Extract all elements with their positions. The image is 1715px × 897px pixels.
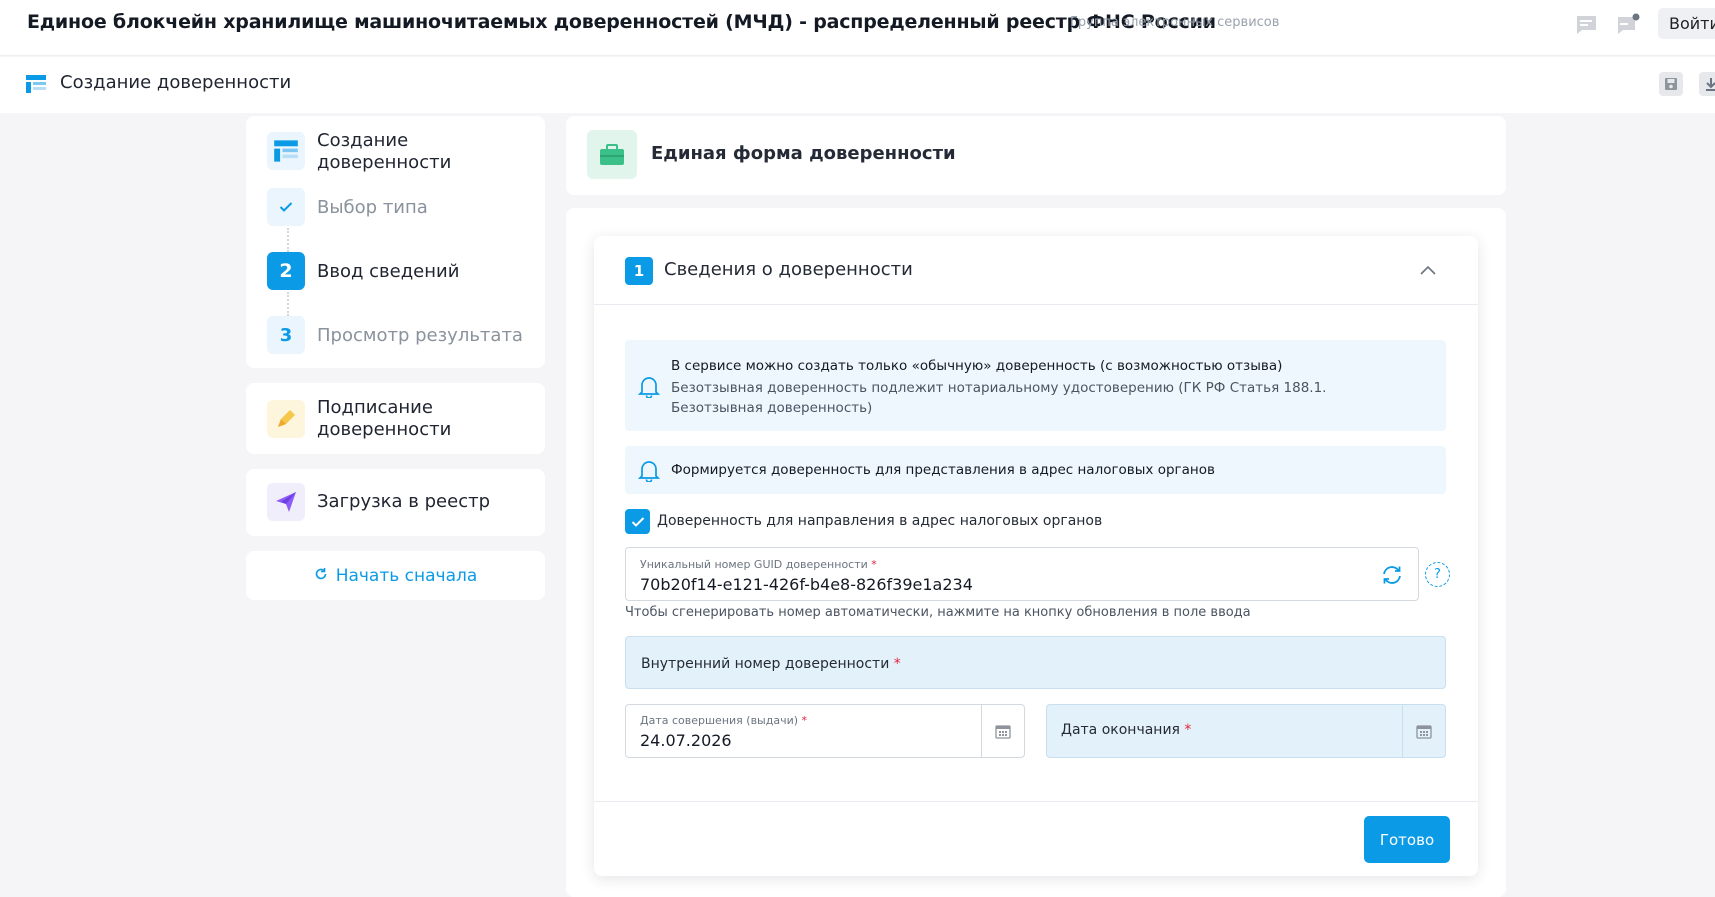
- tax-notice-text: Формируется доверенность для представлен…: [671, 462, 1215, 478]
- step-number-badge: 2: [267, 252, 305, 290]
- calendar-icon[interactable]: [981, 705, 1024, 757]
- pen-icon: [267, 400, 305, 438]
- restart-label: Начать сначала: [335, 565, 478, 586]
- check-icon: [267, 188, 305, 226]
- issue-date-input[interactable]: 24.07.2026: [640, 731, 732, 750]
- notice-text-main: В сервисе можно создать только «обычную»…: [671, 358, 1283, 374]
- document-icon: [267, 132, 305, 170]
- notifications-icon[interactable]: [1615, 12, 1641, 38]
- step-preview[interactable]: Просмотр результата: [317, 325, 523, 347]
- step-data-input[interactable]: Ввод сведений: [317, 261, 459, 283]
- send-icon: [267, 483, 305, 521]
- guid-hint: Чтобы сгенерировать номер автоматически,…: [625, 605, 1251, 620]
- app-title: Единое блокчейн хранилище машиночитаемых…: [27, 11, 1216, 33]
- section-title: Сведения о доверенности: [664, 259, 913, 280]
- help-icon[interactable]: ?: [1425, 562, 1450, 587]
- divider: [594, 801, 1478, 802]
- divider: [594, 304, 1478, 305]
- signing-title: Подписание доверенности: [317, 397, 452, 440]
- end-date-label: Дата окончания *: [1061, 722, 1192, 738]
- top-bar: Единое блокчейн хранилище машиночитаемых…: [0, 0, 1715, 56]
- app-subtitle: Группа электронных сервисов: [1070, 15, 1280, 30]
- chat-icon[interactable]: [1573, 12, 1599, 38]
- briefcase-icon: [587, 130, 637, 179]
- document-icon: [25, 74, 47, 94]
- refresh-icon[interactable]: [1381, 565, 1403, 589]
- done-button[interactable]: Готово: [1364, 816, 1450, 863]
- page-title: Создание доверенности: [60, 72, 292, 93]
- tax-checkbox[interactable]: [625, 509, 650, 534]
- internal-number-label: Внутренний номер доверенности *: [641, 656, 901, 672]
- chevron-up-icon[interactable]: [1419, 261, 1439, 277]
- calendar-icon[interactable]: [1402, 705, 1445, 757]
- save-icon[interactable]: [1659, 72, 1683, 96]
- restart-button[interactable]: Начать сначала: [246, 551, 545, 600]
- issue-date-label: Дата совершения (выдачи) *: [640, 714, 808, 727]
- guid-input[interactable]: 70b20f14-e121-426f-b4e8-826f39e1a234: [640, 575, 973, 594]
- tax-checkbox-label[interactable]: Доверенность для направления в адрес нал…: [657, 513, 1102, 529]
- download-icon[interactable]: [1699, 72, 1715, 96]
- section-number-badge: 1: [625, 257, 653, 285]
- form-title: Единая форма доверенности: [651, 143, 956, 164]
- upload-title: Загрузка в реестр: [317, 491, 491, 512]
- bell-icon: [637, 374, 661, 402]
- login-button[interactable]: Войти: [1658, 8, 1715, 39]
- guid-label: Уникальный номер GUID доверенности *: [640, 558, 877, 571]
- restart-icon: [314, 566, 328, 586]
- step-type-selection[interactable]: Выбор типа: [317, 197, 428, 219]
- step-number-badge: 3: [267, 316, 305, 354]
- bell-icon: [637, 458, 661, 486]
- page-header: Создание доверенности: [0, 57, 1715, 113]
- step-connector: [287, 292, 289, 316]
- creation-title: Создание доверенности: [317, 130, 452, 173]
- step-connector: [287, 228, 289, 252]
- notice-text-secondary: Безотзывная доверенность подлежит нотари…: [671, 380, 1327, 416]
